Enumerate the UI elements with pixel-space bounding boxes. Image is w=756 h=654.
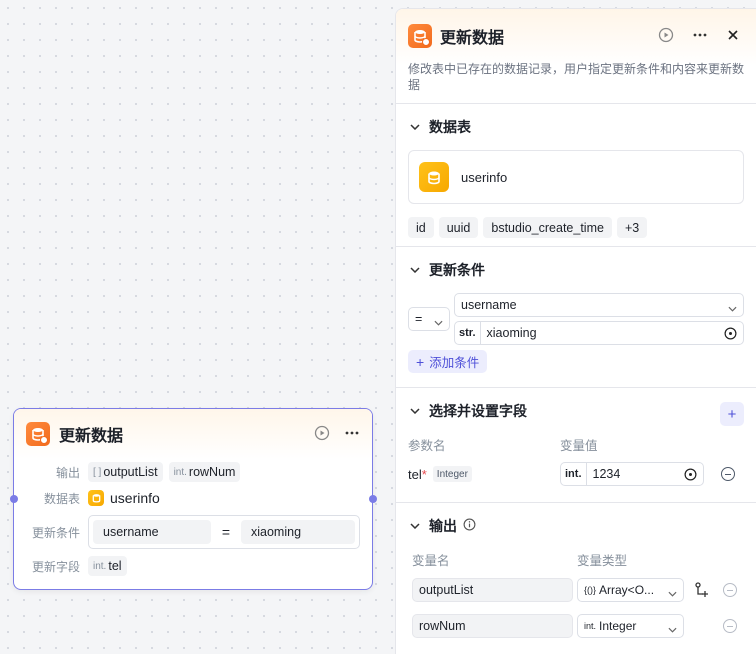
node-title: 更新数据	[59, 428, 124, 445]
table-icon	[88, 490, 104, 506]
output-section: 输出 变量名 变量类型 outputList {()} Array<O... r…	[396, 503, 756, 639]
chevron-down-icon[interactable]	[408, 263, 422, 277]
input-port[interactable]	[10, 495, 18, 503]
chevron-down-icon[interactable]	[408, 404, 422, 418]
run-icon[interactable]	[658, 27, 674, 46]
chevron-down-icon	[728, 301, 737, 315]
output-name-field[interactable]: rowNum	[412, 614, 573, 638]
param-name: tel	[408, 466, 422, 482]
condition-value-input[interactable]: str. xiaoming	[454, 321, 744, 345]
table-section: 数据表 userinfo id uuid bstudio_create_time…	[396, 104, 756, 247]
chevron-down-icon	[434, 315, 443, 329]
node-output-row: 输出 [ ] outputList int. rowNum	[14, 459, 372, 485]
col-variable-name: 变量名	[412, 553, 450, 568]
more-fields-chip[interactable]: +3	[616, 217, 648, 238]
node-table-name: userinfo	[110, 490, 160, 506]
condition-section-title: 更新条件	[429, 262, 485, 278]
output-type-select[interactable]: {()} Array<O...	[577, 578, 684, 602]
field-tag-tel: int. tel	[88, 556, 127, 576]
update-data-node[interactable]: 更新数据 输出 [ ] outputList int. rowNum 数据表 use…	[13, 408, 373, 590]
variable-ref-icon[interactable]	[724, 327, 737, 343]
remove-output-icon[interactable]	[723, 583, 737, 597]
database-update-icon	[26, 422, 50, 446]
chevron-down-icon[interactable]	[408, 519, 422, 533]
remove-output-icon[interactable]	[723, 619, 737, 633]
output-port[interactable]	[369, 495, 377, 503]
plus-icon: +	[416, 353, 425, 370]
field-chip: uuid	[438, 217, 479, 238]
add-condition-button[interactable]: + 添加条件	[408, 350, 488, 373]
table-icon	[419, 162, 449, 192]
node-header: 更新数据	[14, 409, 372, 459]
field-chip: id	[408, 217, 434, 238]
panel-header: 更新数据 修改表中已存在的数据记录，用户指定更新条件和内容来更新数据	[396, 9, 756, 104]
condition-field-select[interactable]: username	[454, 293, 744, 317]
panel-title: 更新数据	[440, 30, 505, 47]
output-name-field[interactable]: outputList	[412, 578, 573, 602]
condition-value: xiaoming	[241, 520, 355, 544]
config-panel: 更新数据 修改表中已存在的数据记录，用户指定更新条件和内容来更新数据 数据表 u…	[395, 8, 756, 654]
param-type-tag: Integer	[432, 466, 472, 482]
output-type-select[interactable]: int. Integer	[577, 614, 684, 638]
table-fields: id uuid bstudio_create_time +3	[408, 217, 744, 250]
more-icon[interactable]	[344, 425, 360, 444]
output-tag-outputlist: [ ] outputList	[88, 462, 163, 482]
condition-box: username = xiaoming	[88, 515, 360, 549]
add-field-button[interactable]: +	[720, 402, 744, 426]
table-label: 数据表	[43, 491, 80, 506]
chevron-down-icon	[668, 586, 677, 600]
close-icon[interactable]	[726, 28, 740, 45]
variable-ref-icon[interactable]	[684, 468, 697, 484]
condition-field: username	[93, 520, 211, 544]
remove-field-icon[interactable]	[721, 467, 735, 481]
value-type-badge[interactable]: str.	[455, 322, 481, 344]
fields-label: 更新字段	[31, 559, 80, 574]
node-table-row: 数据表 userinfo	[14, 485, 372, 511]
condition-operator: =	[221, 524, 231, 540]
panel-description: 修改表中已存在的数据记录，用户指定更新条件和内容来更新数据	[408, 62, 745, 92]
output-label: 输出	[55, 465, 80, 480]
set-fields-section-title: 选择并设置字段	[429, 403, 527, 419]
required-mark: *	[421, 466, 427, 482]
operator-select[interactable]: =	[408, 307, 450, 331]
more-icon[interactable]	[692, 27, 708, 46]
table-card[interactable]: userinfo	[408, 150, 744, 204]
table-name: userinfo	[461, 169, 508, 185]
database-update-icon	[408, 24, 432, 48]
run-icon[interactable]	[314, 425, 330, 444]
col-variable-value: 变量值	[560, 438, 598, 453]
field-chip: bstudio_create_time	[483, 217, 612, 238]
table-section-title: 数据表	[429, 119, 471, 135]
node-fields-row: 更新字段 int. tel	[14, 553, 372, 579]
param-value-input[interactable]: int. 1234	[560, 462, 704, 486]
add-child-icon[interactable]	[693, 581, 709, 600]
chevron-down-icon	[668, 622, 677, 636]
node-condition-row: 更新条件 username = xiaoming	[14, 511, 372, 553]
set-fields-section: 选择并设置字段 + 参数名 变量值 tel * Integer int. 123…	[396, 388, 756, 503]
output-tag-rownum: int. rowNum	[168, 462, 241, 482]
condition-label: 更新条件	[31, 525, 80, 540]
condition-section: 更新条件 = username str. xiaoming + 添加条件	[396, 247, 756, 388]
info-icon[interactable]	[463, 518, 476, 534]
col-param-name: 参数名	[408, 438, 446, 453]
value-type-badge[interactable]: int.	[561, 463, 587, 485]
output-section-title: 输出	[429, 518, 457, 534]
col-variable-type: 变量类型	[577, 553, 628, 568]
chevron-down-icon[interactable]	[408, 120, 422, 134]
